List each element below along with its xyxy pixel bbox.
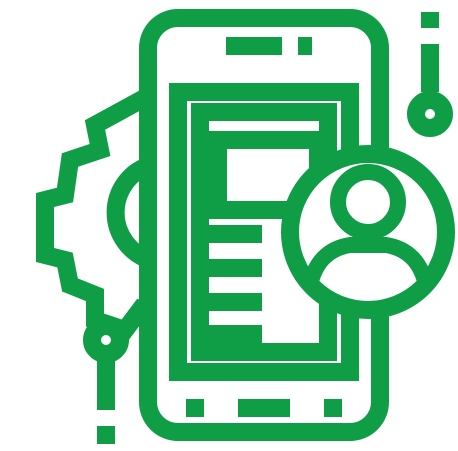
mobile-app-user-settings-icon bbox=[36, 9, 455, 444]
gear-icon bbox=[36, 87, 155, 341]
document-lines-icon bbox=[200, 225, 262, 343]
icon-canvas bbox=[0, 0, 458, 451]
user-avatar-icon bbox=[281, 145, 455, 319]
